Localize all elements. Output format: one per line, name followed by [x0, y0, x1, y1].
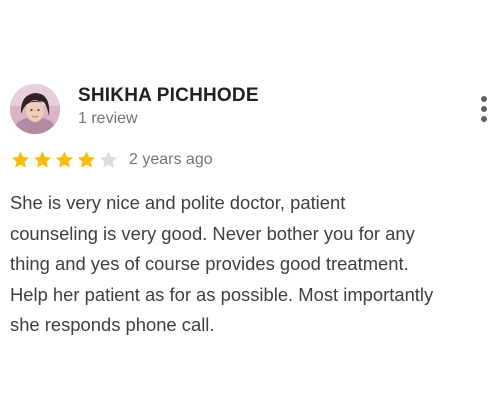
- star-filled-icon: [11, 151, 30, 168]
- more-options-button[interactable]: [474, 92, 494, 126]
- more-vert-icon: [481, 96, 487, 122]
- review-count[interactable]: 1 review: [78, 110, 138, 128]
- review-text-line: she responds phone call.: [10, 314, 215, 335]
- star-filled-icon: [55, 151, 74, 168]
- review-text: She is very nice and polite doctor, pati…: [10, 188, 498, 341]
- review-card: SHIKHA PICHHODE 1 review 2 years ago She…: [0, 0, 500, 400]
- star-rating: [10, 150, 120, 170]
- avatar-photo-icon: [10, 84, 60, 134]
- review-date: 2 years ago: [129, 151, 213, 168]
- star-filled-icon: [77, 151, 96, 168]
- rating-row: 2 years ago: [10, 148, 213, 172]
- avatar[interactable]: [10, 84, 60, 134]
- star-filled-icon: [33, 151, 52, 168]
- review-text-line: Help her patient as for as possible. Mos…: [10, 283, 434, 305]
- star-empty-icon: [99, 151, 118, 168]
- review-text-line: thing and yes of course provides good tr…: [10, 253, 409, 274]
- review-text-line: counseling is very good. Never bother yo…: [10, 222, 415, 244]
- reviewer-name[interactable]: SHIKHA PICHHODE: [78, 85, 259, 107]
- review-text-line: She is very nice and polite doctor, pati…: [10, 192, 346, 213]
